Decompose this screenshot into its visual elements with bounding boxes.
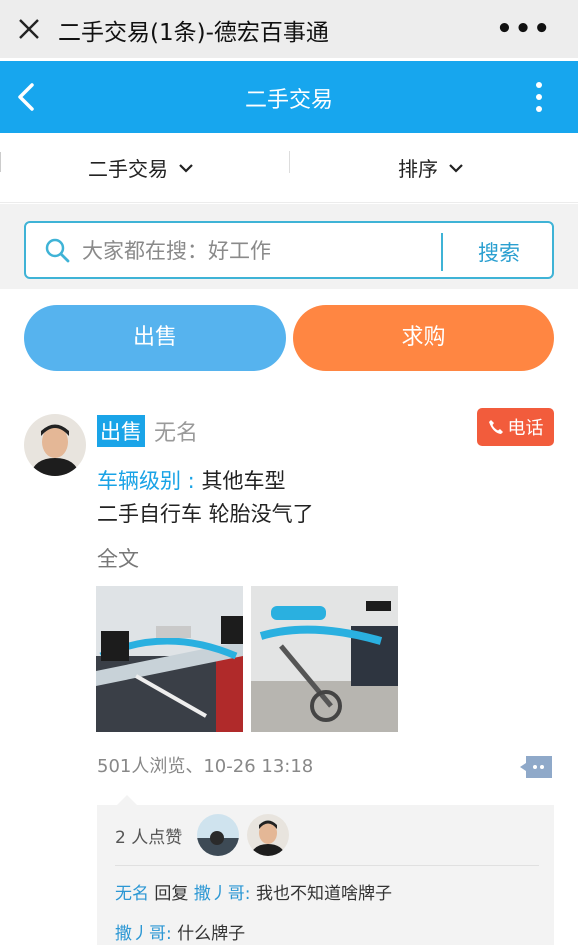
action-buttons: 出售 求购 <box>0 289 578 389</box>
sell-button[interactable]: 出售 <box>24 305 286 371</box>
post-meta: 501人浏览、10-26 13:18 <box>97 756 314 777</box>
header-nav: 二手交易 <box>0 61 578 133</box>
like-avatar[interactable] <box>197 814 239 856</box>
filter-bar: 二手交易 排序 <box>0 133 578 203</box>
filter-divider <box>289 151 290 173</box>
phone-button-label: 电话 <box>507 418 544 439</box>
vehicle-field-value: 其他车型 <box>201 469 286 493</box>
search-box: 搜索 <box>24 221 554 279</box>
vehicle-field: 车辆级别 : 其他车型 <box>97 465 285 495</box>
chevron-down-icon <box>179 163 193 173</box>
category-filter[interactable]: 二手交易 <box>88 153 194 182</box>
author-name[interactable]: 无名 <box>154 415 198 447</box>
sell-tag: 出售 <box>97 415 145 447</box>
close-icon[interactable] <box>14 14 44 44</box>
commenter-name[interactable]: 撒丿哥: <box>115 924 172 944</box>
vehicle-field-key: 车辆级别 : <box>97 469 195 493</box>
search-section: 搜索 <box>0 204 578 289</box>
chevron-down-icon <box>449 163 463 173</box>
search-icon <box>45 238 70 263</box>
comment-text: 我也不知道啥牌子 <box>255 884 392 904</box>
sort-filter[interactable]: 排序 <box>398 153 464 182</box>
more-options-icon[interactable]: ••• <box>496 14 552 44</box>
comment-line[interactable]: 无名 回复 撒丿哥: 我也不知道啥牌子 <box>115 879 392 904</box>
reply-verb: 回复 <box>154 884 189 904</box>
comment-text: 什么牌子 <box>177 924 246 944</box>
search-button[interactable]: 搜索 <box>446 237 552 267</box>
likes-divider <box>115 865 539 866</box>
category-filter-label: 二手交易 <box>88 157 168 181</box>
post-item: 出售 无名 电话 车辆级别 : 其他车型 二手自行车 轮胎没气了 全文 501人… <box>0 400 578 945</box>
comment-icon[interactable] <box>520 754 554 780</box>
vertical-dots-icon[interactable] <box>530 79 548 115</box>
reply-target-name[interactable]: 撒丿哥: <box>194 884 251 904</box>
buy-button[interactable]: 求购 <box>293 305 554 371</box>
comment-line[interactable]: 撒丿哥: 什么牌子 <box>115 919 245 944</box>
post-photo[interactable] <box>251 586 398 732</box>
commenter-name[interactable]: 无名 <box>115 884 149 904</box>
page-title: 二手交易(1条)-德宏百事通 <box>58 20 329 46</box>
nav-title: 二手交易 <box>244 88 333 113</box>
likes-count: 2 人点赞 <box>115 828 183 848</box>
full-text-link[interactable]: 全文 <box>97 543 139 573</box>
search-divider <box>441 233 443 271</box>
filter-edge-divider <box>0 152 1 172</box>
phone-button[interactable]: 电话 <box>477 408 554 446</box>
post-description: 二手自行车 轮胎没气了 <box>97 502 314 526</box>
search-input[interactable] <box>82 237 432 265</box>
post-photo[interactable] <box>96 586 243 732</box>
likes-comments-box: 2 人点赞 无名 回复 撒丿哥: 我也不知道啥牌子 撒丿哥: 什么牌子 <box>97 795 554 945</box>
like-avatar[interactable] <box>247 814 289 856</box>
avatar[interactable] <box>24 414 86 476</box>
phone-icon <box>488 420 503 434</box>
sort-filter-label: 排序 <box>398 157 438 181</box>
wechat-top-bar: 二手交易(1条)-德宏百事通 ••• <box>0 0 578 58</box>
